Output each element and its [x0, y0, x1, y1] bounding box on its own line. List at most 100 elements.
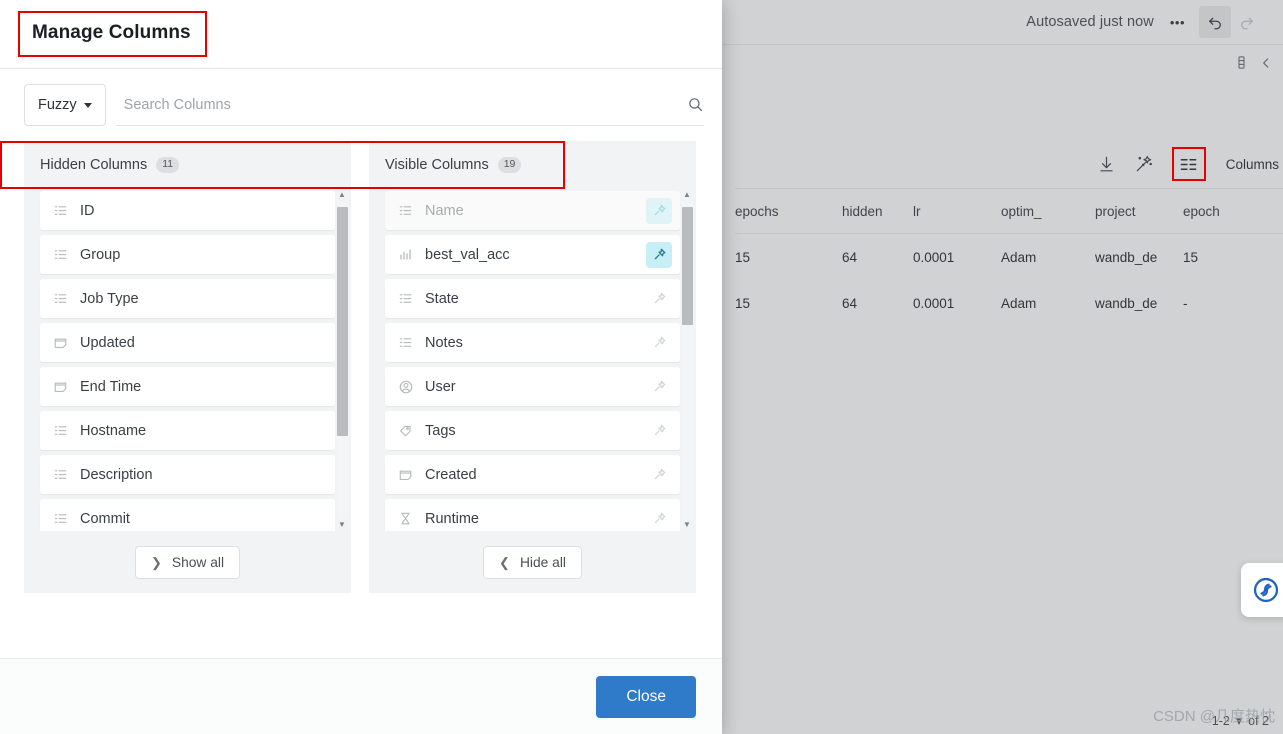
table-cell: 0.0001 [913, 295, 955, 311]
list-item[interactable]: Job Type [40, 279, 335, 318]
table-header-cell[interactable]: epochs [735, 204, 842, 219]
list-item[interactable]: Name [385, 191, 680, 230]
table-cell: 64 [842, 249, 858, 265]
visible-list-scrollbar[interactable]: ▲ ▼ [680, 189, 694, 531]
scroll-down-icon[interactable]: ▼ [338, 519, 346, 531]
columns-button-label[interactable]: Columns [1226, 157, 1279, 172]
list-item[interactable]: Hostname [40, 411, 335, 450]
list-icon [397, 290, 414, 307]
hide-all-button[interactable]: ❮ Hide all [483, 545, 582, 579]
pin-icon[interactable] [646, 286, 672, 312]
pin-icon[interactable] [646, 241, 672, 268]
tag-icon [397, 422, 414, 439]
list-item[interactable]: Tags [385, 411, 680, 450]
bar-chart-icon [397, 246, 414, 263]
list-item[interactable]: Runtime [385, 499, 680, 531]
pin-icon[interactable] [646, 462, 672, 488]
table-cell: 15 [1183, 249, 1199, 265]
download-icon[interactable] [1097, 155, 1116, 174]
table-cell: 15 [735, 249, 751, 265]
visible-columns-title: Visible Columns [385, 157, 489, 173]
scrollbar-thumb[interactable] [336, 207, 348, 437]
scroll-up-icon[interactable]: ▲ [683, 189, 691, 201]
pin-icon[interactable] [646, 418, 672, 444]
search-mode-dropdown[interactable]: Fuzzy [24, 84, 106, 126]
pin-icon[interactable] [646, 374, 672, 400]
list-item[interactable]: Updated [40, 323, 335, 362]
pin-icon[interactable] [646, 197, 672, 224]
table-row[interactable]: 15 64 0.0001 Adam wandb_de - [735, 280, 1283, 326]
table-header-cell[interactable]: optim_ [1001, 204, 1095, 219]
magic-wand-icon[interactable] [1134, 154, 1154, 174]
table-cell: 64 [842, 295, 858, 311]
panels-area: Hidden Columns 11 ID Group Job Type Upda… [0, 141, 722, 658]
table-cell: 15 [735, 295, 751, 311]
visible-panel-footer: ❮ Hide all [369, 531, 696, 593]
table-header-cell[interactable]: epoch [1183, 204, 1263, 219]
search-mode-label: Fuzzy [38, 97, 77, 113]
list-item[interactable]: ID [40, 191, 335, 230]
search-input[interactable] [123, 96, 687, 113]
table-cell: wandb_de [1095, 249, 1158, 265]
more-options-button[interactable]: ••• [1170, 16, 1185, 29]
close-button[interactable]: Close [596, 675, 696, 718]
hidden-columns-tab[interactable]: Hidden Columns 11 [24, 141, 351, 189]
show-all-button[interactable]: ❯ Show all [134, 545, 241, 579]
chevron-right-icon: ❯ [150, 554, 162, 570]
scroll-down-icon[interactable]: ▼ [683, 519, 691, 531]
visible-columns-list: Name best_val_acc State Notes User Tags … [369, 189, 696, 531]
side-panel-icon[interactable] [1234, 55, 1249, 70]
pin-icon[interactable] [646, 330, 672, 356]
list-item[interactable]: User [385, 367, 680, 406]
list-item-label: Description [80, 466, 153, 483]
chevron-left-icon: ❮ [499, 554, 510, 570]
list-item-label: Created [425, 466, 477, 483]
page-title-highlight: Manage Columns [18, 11, 207, 57]
list-icon [52, 246, 69, 263]
scrollbar-track[interactable] [336, 201, 348, 519]
table-cell: wandb_de [1095, 295, 1158, 311]
list-item[interactable]: Group [40, 235, 335, 274]
table-toolbar: Columns [883, 142, 1283, 186]
redo-icon[interactable] [1231, 6, 1263, 38]
show-all-label: Show all [171, 554, 225, 570]
list-item-label: Group [80, 246, 121, 263]
columns-icon[interactable] [1171, 147, 1206, 181]
list-icon [397, 202, 414, 219]
list-item[interactable]: State [385, 279, 680, 318]
visible-columns-panel: Visible Columns 19 Name best_val_acc Sta… [369, 141, 696, 593]
visible-columns-tab[interactable]: Visible Columns 19 [369, 141, 696, 189]
list-item-label: ID [80, 202, 95, 219]
list-item[interactable]: End Time [40, 367, 335, 406]
list-item-label: User [425, 378, 456, 395]
pin-icon[interactable] [646, 506, 672, 532]
list-icon [52, 290, 69, 307]
table-header-cell[interactable]: lr [913, 204, 1001, 219]
table-header-cell[interactable]: hidden [842, 204, 913, 219]
table-header-row: epochs hidden lr optim_ project epoch [735, 188, 1283, 234]
list-item-label: best_val_acc [425, 246, 510, 263]
scroll-up-icon[interactable]: ▲ [338, 189, 346, 201]
list-item[interactable]: Description [40, 455, 335, 494]
scrollbar-thumb[interactable] [681, 207, 693, 326]
manage-columns-dialog: Manage Columns Fuzzy Hidden Columns 11 [0, 0, 722, 734]
list-item[interactable]: best_val_acc [385, 235, 680, 274]
user-icon [397, 378, 414, 395]
scrollbar-track[interactable] [681, 201, 693, 519]
undo-icon[interactable] [1199, 6, 1231, 38]
search-icon[interactable] [687, 96, 704, 113]
chevron-left-icon[interactable] [1259, 56, 1273, 70]
hide-all-label: Hide all [519, 554, 566, 570]
hidden-list-scrollbar[interactable]: ▲ ▼ [335, 189, 349, 531]
watermark: CSDN @几度热忱 [1153, 708, 1275, 725]
list-item[interactable]: Commit [40, 499, 335, 531]
hourglass-icon [397, 510, 414, 527]
list-item[interactable]: Notes [385, 323, 680, 362]
dialog-header: Manage Columns [0, 0, 722, 69]
list-item-label: Job Type [80, 290, 139, 307]
table-row[interactable]: 15 64 0.0001 Adam wandb_de 15 [735, 234, 1283, 280]
table-cell: Adam [1001, 295, 1037, 311]
chat-widget-button[interactable] [1241, 563, 1283, 617]
table-header-cell[interactable]: project [1095, 204, 1183, 219]
list-item[interactable]: Created [385, 455, 680, 494]
